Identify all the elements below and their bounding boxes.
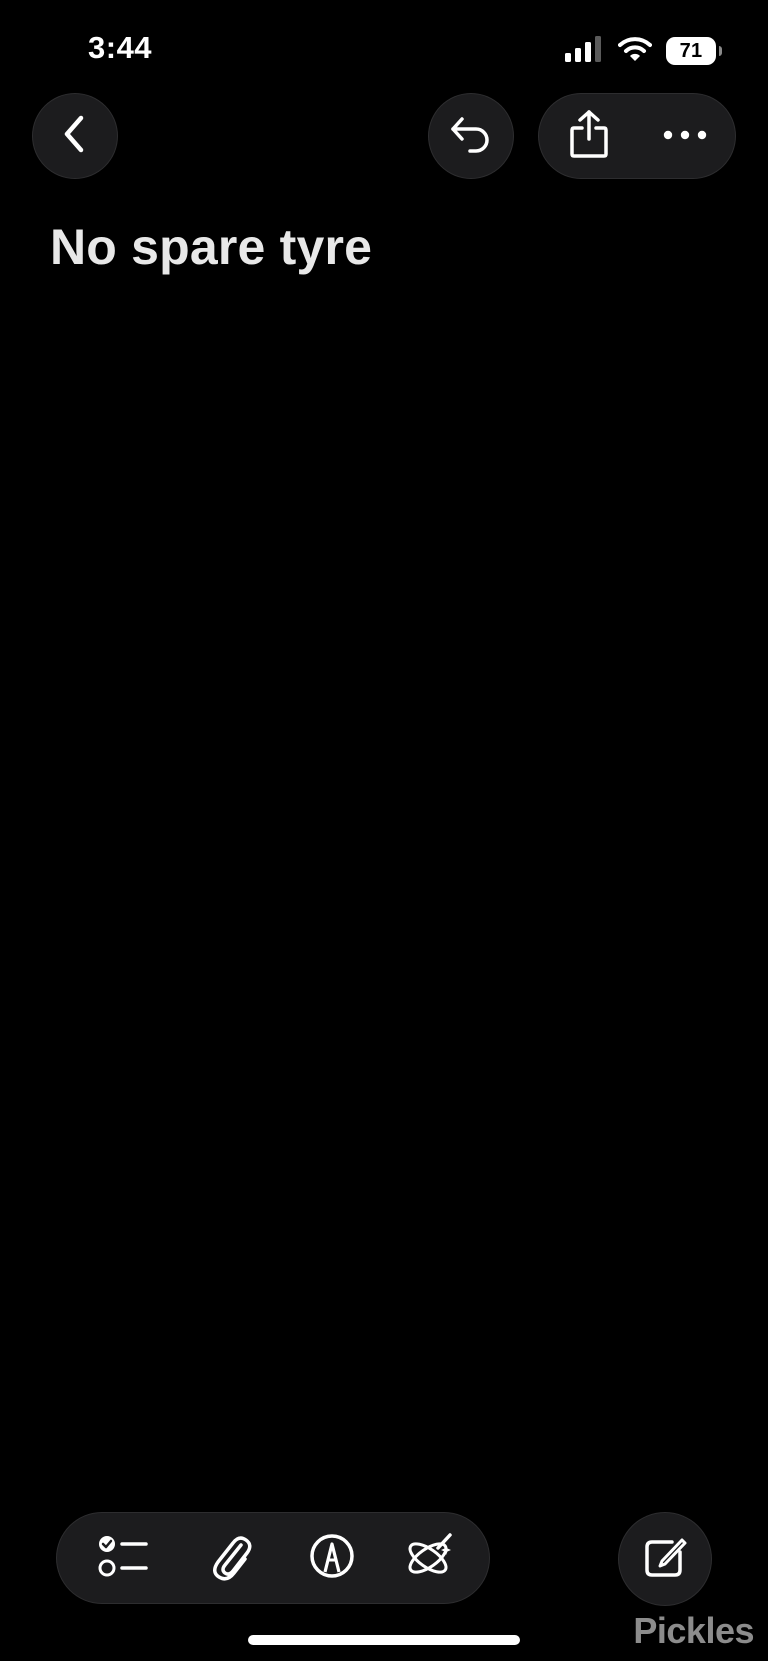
compose-note-icon [642, 1534, 688, 1585]
home-indicator[interactable] [248, 1635, 520, 1645]
status-time: 3:44 [88, 30, 153, 65]
markup-pen-icon [308, 1532, 356, 1585]
battery-icon: 71 [666, 37, 722, 65]
cellular-signal-icon [564, 35, 604, 67]
attachment-button[interactable] [192, 1512, 272, 1604]
undo-button[interactable] [428, 93, 514, 179]
undo-icon [448, 113, 494, 160]
status-indicators: 71 [564, 34, 722, 68]
watermark-text: Pickles [633, 1610, 754, 1651]
battery-level: 71 [679, 39, 703, 62]
bottom-toolbar [56, 1512, 490, 1604]
notes-screen: 3:44 71 No spare tyre Pickles [0, 0, 768, 1661]
wifi-icon [618, 36, 652, 67]
checklist-icon [98, 1532, 150, 1585]
note-title[interactable]: No spare tyre [50, 218, 372, 276]
share-button[interactable] [546, 93, 632, 179]
share-more-group [538, 93, 736, 179]
compose-button[interactable] [618, 1512, 712, 1606]
share-icon [568, 109, 610, 164]
more-button[interactable] [642, 93, 728, 179]
back-button[interactable] [32, 93, 118, 179]
more-ellipsis-icon [663, 127, 707, 145]
markup-button[interactable] [292, 1512, 372, 1604]
writing-tools-button[interactable] [390, 1512, 470, 1604]
writing-tools-icon [404, 1531, 456, 1586]
paperclip-icon [209, 1531, 255, 1586]
back-chevron-icon [59, 114, 91, 159]
checklist-button[interactable] [84, 1512, 164, 1604]
